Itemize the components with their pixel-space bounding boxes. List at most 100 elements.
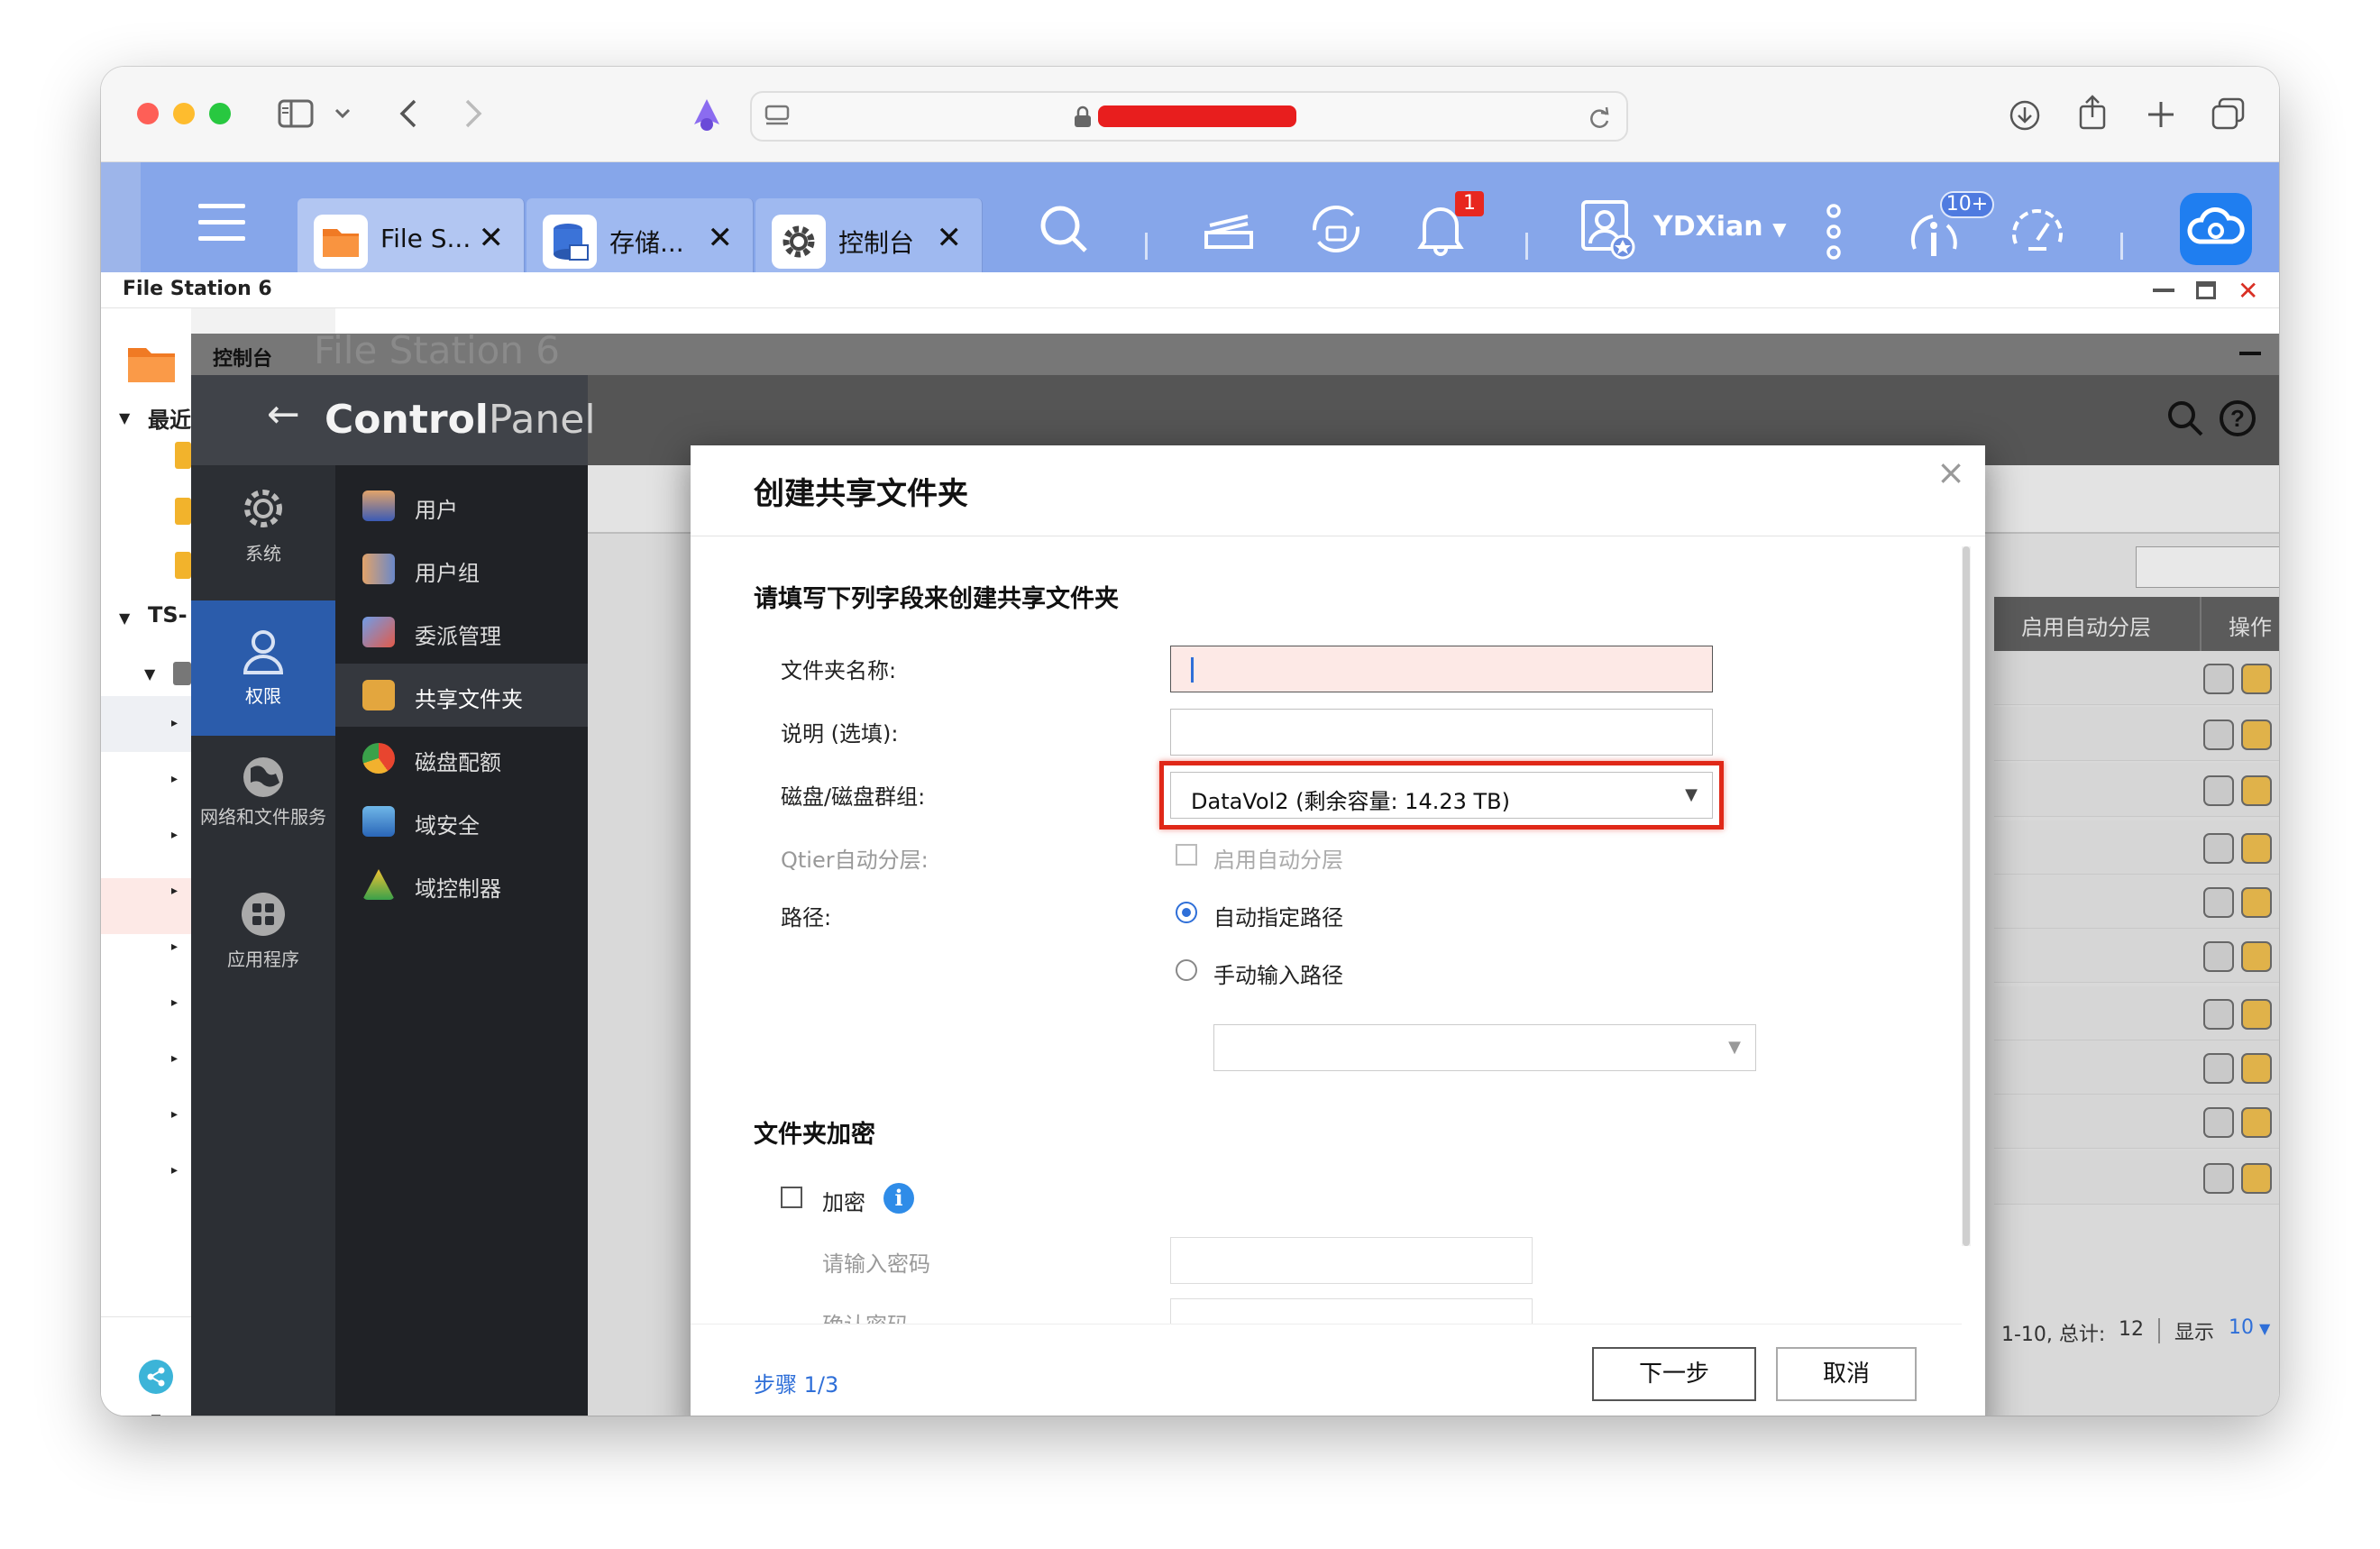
- minimize-window-button[interactable]: [173, 103, 195, 124]
- myqnapcloud-button[interactable]: [2180, 193, 2252, 265]
- minimize-icon[interactable]: [2153, 289, 2174, 292]
- tab-file-station[interactable]: File S... ✕: [298, 198, 525, 272]
- zoom-window-button[interactable]: [209, 103, 231, 124]
- resource-monitor-icon[interactable]: [2009, 204, 2066, 261]
- tree-item-recent[interactable]: 最近: [148, 402, 191, 434]
- permission-icon[interactable]: [2241, 833, 2272, 864]
- expand-icon[interactable]: ▼: [119, 610, 130, 627]
- nav-system[interactable]: 系统: [191, 465, 335, 600]
- tab-storage[interactable]: 存储... ✕: [526, 198, 754, 272]
- encrypt-checkbox[interactable]: [781, 1187, 802, 1208]
- search-icon[interactable]: [1037, 202, 1091, 256]
- expand-icon[interactable]: ▸: [171, 1107, 178, 1122]
- nav-applications[interactable]: 应用程序: [191, 889, 335, 1024]
- expand-icon[interactable]: ▸: [171, 939, 178, 954]
- path-select[interactable]: ▼: [1213, 1024, 1756, 1071]
- edit-icon[interactable]: [2203, 1053, 2234, 1084]
- expand-icon[interactable]: ▼: [144, 665, 155, 683]
- expand-icon[interactable]: ▼: [119, 409, 130, 426]
- tab-overview-icon[interactable]: [2211, 97, 2247, 132]
- expand-icon[interactable]: ▸: [171, 1051, 178, 1066]
- permission-icon[interactable]: [2241, 941, 2272, 972]
- edit-icon[interactable]: [2203, 1107, 2234, 1138]
- edit-icon[interactable]: [2203, 941, 2234, 972]
- table-row[interactable]: [1994, 1150, 2279, 1205]
- download-icon[interactable]: [2009, 99, 2041, 132]
- new-tab-icon[interactable]: [2146, 99, 2176, 130]
- qtier-checkbox[interactable]: [1176, 844, 1197, 866]
- table-row[interactable]: [1994, 929, 2279, 983]
- column-header-actions[interactable]: 操作: [2229, 610, 2272, 641]
- folder-name-input[interactable]: [1170, 646, 1713, 692]
- permission-icon[interactable]: [2241, 1107, 2272, 1138]
- table-row[interactable]: [1994, 986, 2279, 1040]
- permission-icon[interactable]: [2241, 887, 2272, 918]
- close-icon[interactable]: ✕: [2238, 276, 2258, 306]
- sidebar-toggle-icon[interactable]: [278, 99, 314, 128]
- path-auto-label[interactable]: 自动指定路径: [1213, 900, 1343, 931]
- table-row[interactable]: [1994, 763, 2279, 817]
- per-page-select[interactable]: 10: [2229, 1316, 2254, 1339]
- trash-icon[interactable]: [141, 1414, 171, 1416]
- permission-icon[interactable]: [2241, 664, 2272, 694]
- subnav-users[interactable]: 用户: [335, 474, 588, 537]
- subnav-domain-security[interactable]: 域安全: [335, 790, 588, 853]
- expand-icon[interactable]: ▸: [171, 828, 178, 842]
- chevron-down-icon[interactable]: ▼: [2259, 1320, 2270, 1337]
- expand-icon[interactable]: ▸: [171, 772, 178, 786]
- next-button[interactable]: 下一步: [1592, 1347, 1756, 1401]
- table-row[interactable]: [1994, 1040, 2279, 1095]
- table-row[interactable]: [1994, 651, 2279, 705]
- edit-icon[interactable]: [2203, 833, 2234, 864]
- user-menu[interactable]: YDXian ▼: [1653, 211, 1786, 243]
- tree-item-nas[interactable]: TS-: [148, 602, 191, 628]
- back-arrow-icon[interactable]: ←: [267, 391, 300, 437]
- scrollbar-track[interactable]: [1962, 546, 1971, 1246]
- share-icon[interactable]: [2077, 94, 2108, 132]
- close-icon[interactable]: ✕: [479, 220, 505, 256]
- address-bar[interactable]: [750, 91, 1628, 142]
- volume-select[interactable]: DataVol2 (剩余容量: 14.23 TB) ▼: [1170, 772, 1713, 819]
- subnav-shared-folders[interactable]: 共享文件夹: [335, 664, 588, 727]
- edit-icon[interactable]: [2203, 775, 2234, 806]
- expand-icon[interactable]: ▸: [171, 884, 178, 898]
- table-row[interactable]: [1994, 1095, 2279, 1149]
- subnav-quota[interactable]: 磁盘配额: [335, 727, 588, 790]
- user-avatar-icon[interactable]: [1579, 198, 1637, 260]
- permission-icon[interactable]: [2241, 1163, 2272, 1194]
- permission-icon[interactable]: [2241, 775, 2272, 806]
- edit-icon[interactable]: [2203, 720, 2234, 750]
- share-link-icon[interactable]: [139, 1360, 173, 1394]
- back-icon[interactable]: [397, 97, 422, 130]
- close-icon[interactable]: ✕: [937, 220, 963, 256]
- subnav-user-groups[interactable]: 用户组: [335, 537, 588, 600]
- close-icon[interactable]: ×: [1936, 453, 1965, 492]
- maximize-icon[interactable]: [2196, 281, 2216, 299]
- subnav-domain-controller[interactable]: 域控制器: [335, 853, 588, 916]
- path-manual-radio[interactable]: [1176, 959, 1197, 981]
- main-menu-icon[interactable]: [197, 200, 247, 245]
- column-header-autotier[interactable]: 启用自动分层: [2021, 610, 2151, 641]
- description-input[interactable]: [1170, 709, 1713, 756]
- expand-icon[interactable]: ▸: [171, 995, 178, 1010]
- subnav-delegated-admin[interactable]: 委派管理: [335, 600, 588, 664]
- password-input[interactable]: [1170, 1237, 1533, 1284]
- close-icon[interactable]: ✕: [708, 220, 734, 256]
- edit-icon[interactable]: [2203, 664, 2234, 694]
- reload-icon[interactable]: [1587, 105, 1612, 131]
- more-options-icon[interactable]: [1823, 204, 1844, 260]
- permission-icon[interactable]: [2241, 1053, 2272, 1084]
- nav-privilege[interactable]: 权限: [191, 600, 335, 736]
- path-manual-label[interactable]: 手动输入路径: [1213, 958, 1343, 989]
- grid-search-input[interactable]: [2136, 546, 2279, 588]
- page-menu-icon[interactable]: [764, 104, 790, 129]
- edit-icon[interactable]: [2203, 887, 2234, 918]
- permission-icon[interactable]: [2241, 999, 2272, 1030]
- scrollbar-thumb[interactable]: [1963, 546, 1970, 1246]
- chevron-down-icon[interactable]: [334, 105, 352, 123]
- nav-network-file-services[interactable]: 网络和文件服务: [191, 745, 335, 880]
- permission-icon[interactable]: [2241, 720, 2272, 750]
- cancel-button[interactable]: 取消: [1776, 1347, 1917, 1401]
- forward-icon[interactable]: [460, 97, 485, 130]
- path-auto-radio[interactable]: [1176, 902, 1197, 923]
